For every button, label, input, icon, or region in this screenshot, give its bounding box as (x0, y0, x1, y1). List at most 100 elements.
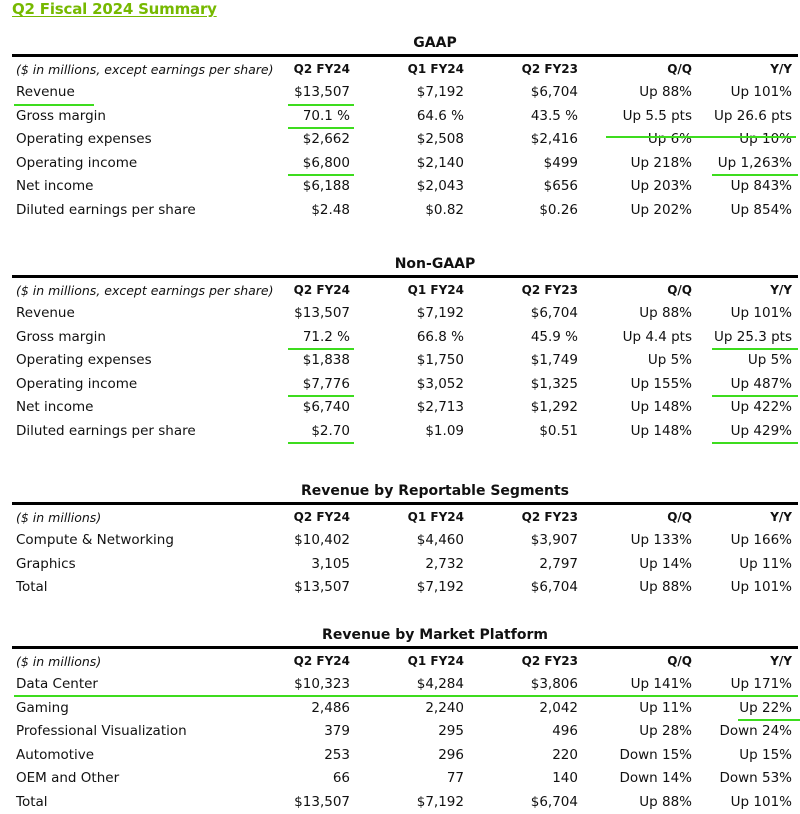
table-row: Total $13,507 $7,192 $6,704 Up 88% Up 10… (12, 791, 798, 814)
cell-value: $499 (464, 152, 578, 176)
header-units: ($ in millions) (12, 649, 248, 673)
row-label: Operating income (12, 373, 248, 397)
cell-value: Up 148% (578, 420, 692, 444)
cell-value: $3,806 (464, 673, 578, 697)
cell-value: 3,105 (248, 553, 354, 577)
cell-value: $7,192 (354, 791, 464, 814)
header-q2fy24: Q2 FY24 (248, 649, 354, 673)
cell-value: $7,192 (354, 302, 464, 326)
highlight-underline (14, 695, 798, 697)
cell-value: Up 171% (692, 673, 798, 697)
table-row: Gaming 2,486 2,240 2,042 Up 11% Up 22% (12, 697, 798, 721)
cell-value: 295 (354, 720, 464, 744)
table-header-row: ($ in millions) Q2 FY24 Q1 FY24 Q2 FY23 … (12, 505, 798, 529)
table-row: Diluted earnings per share $2.48 $0.82 $… (12, 199, 798, 223)
cell-value: 43.5 % (464, 105, 578, 129)
row-label: Operating expenses (12, 128, 248, 152)
cell-value: $1,749 (464, 349, 578, 373)
header-q2fy24: Q2 FY24 (248, 278, 354, 302)
header-q1fy24: Q1 FY24 (354, 278, 464, 302)
table-row: Data Center $10,323 $4,284 $3,806 Up 141… (12, 673, 798, 697)
row-label: Graphics (12, 553, 248, 577)
highlight-underline (606, 136, 796, 138)
row-label: Operating income (12, 152, 248, 176)
row-label: Automotive (12, 744, 248, 768)
cell-value: Up 101% (692, 791, 798, 814)
page-title: Q2 Fiscal 2024 Summary (12, 0, 217, 18)
cell-value: $2,043 (354, 175, 464, 199)
table-row: Graphics 3,105 2,732 2,797 Up 14% Up 11% (12, 553, 798, 577)
cell-value: $6,740 (248, 396, 354, 420)
cell-value: $6,188 (248, 175, 354, 199)
cell-value: Up 843% (692, 175, 798, 199)
header-yy: Y/Y (692, 649, 798, 673)
header-q2fy24: Q2 FY24 (248, 57, 354, 81)
header-qq: Q/Q (578, 649, 692, 673)
table-row: Operating expenses $2,662 $2,508 $2,416 … (12, 128, 798, 152)
cell-value: Down 24% (692, 720, 798, 744)
cell-value: Up 155% (578, 373, 692, 397)
cell-value: $10,323 (248, 673, 354, 697)
cell-value: 140 (464, 767, 578, 791)
row-label: Net income (12, 175, 248, 199)
table-row: Gross margin 70.1 % 64.6 % 43.5 % Up 5.5… (12, 105, 798, 129)
cell-value: Up 88% (578, 302, 692, 326)
segments-section: Revenue by Reportable Segments ($ in mil… (12, 482, 798, 600)
cell-value: Up 5.5 pts (578, 105, 692, 129)
section-title: GAAP (12, 34, 798, 52)
table-row: Compute & Networking $10,402 $4,460 $3,9… (12, 529, 798, 553)
cell-value: Up 101% (692, 81, 798, 105)
cell-value: 66 (248, 767, 354, 791)
header-yy: Y/Y (692, 505, 798, 529)
table-header-row: ($ in millions, except earnings per shar… (12, 57, 798, 81)
row-label: Net income (12, 396, 248, 420)
row-label: Data Center (12, 673, 248, 697)
header-qq: Q/Q (578, 278, 692, 302)
gaap-table: ($ in millions, except earnings per shar… (12, 57, 798, 222)
row-label: Professional Visualization (12, 720, 248, 744)
cell-value: Up 88% (578, 81, 692, 105)
non-gaap-table: ($ in millions, except earnings per shar… (12, 278, 798, 443)
cell-value: 70.1 % (248, 105, 354, 129)
header-q2fy23: Q2 FY23 (464, 505, 578, 529)
header-q2fy23: Q2 FY23 (464, 649, 578, 673)
cell-value: $1.09 (354, 420, 464, 444)
cell-value: $2,508 (354, 128, 464, 152)
cell-value: Up 26.6 pts (692, 105, 798, 129)
cell-value: Up 203% (578, 175, 692, 199)
cell-value: 296 (354, 744, 464, 768)
cell-value: Up 101% (692, 302, 798, 326)
table-row: Operating income $6,800 $2,140 $499 Up 2… (12, 152, 798, 176)
cell-value: 496 (464, 720, 578, 744)
cell-value: Up 28% (578, 720, 692, 744)
cell-value: Up 25.3 pts (692, 326, 798, 350)
cell-value: $2.48 (248, 199, 354, 223)
cell-value: 2,042 (464, 697, 578, 721)
cell-value: $6,800 (248, 152, 354, 176)
row-label: Gross margin (12, 105, 248, 129)
cell-value: Up 141% (578, 673, 692, 697)
cell-value: $10,402 (248, 529, 354, 553)
cell-value: $13,507 (248, 302, 354, 326)
row-label: Compute & Networking (12, 529, 248, 553)
table-header-row: ($ in millions) Q2 FY24 Q1 FY24 Q2 FY23 … (12, 649, 798, 673)
cell-value: 45.9 % (464, 326, 578, 350)
cell-value: Up 5% (578, 349, 692, 373)
table-row: Net income $6,188 $2,043 $656 Up 203% Up… (12, 175, 798, 199)
table-row: Revenue $13,507 $7,192 $6,704 Up 88% Up … (12, 81, 798, 105)
cell-value: Up 11% (578, 697, 692, 721)
row-label: Gross margin (12, 326, 248, 350)
cell-value: Up 101% (692, 576, 798, 600)
cell-value: Up 15% (692, 744, 798, 768)
cell-value: Down 15% (578, 744, 692, 768)
cell-value: $0.82 (354, 199, 464, 223)
cell-value: $0.51 (464, 420, 578, 444)
cell-value: $13,507 (248, 791, 354, 814)
cell-value: $7,192 (354, 81, 464, 105)
cell-value: Up 1,263% (692, 152, 798, 176)
header-qq: Q/Q (578, 505, 692, 529)
cell-value: Up 88% (578, 576, 692, 600)
platforms-section: Revenue by Market Platform ($ in million… (12, 626, 798, 814)
segments-table: ($ in millions) Q2 FY24 Q1 FY24 Q2 FY23 … (12, 505, 798, 600)
header-q1fy24: Q1 FY24 (354, 505, 464, 529)
